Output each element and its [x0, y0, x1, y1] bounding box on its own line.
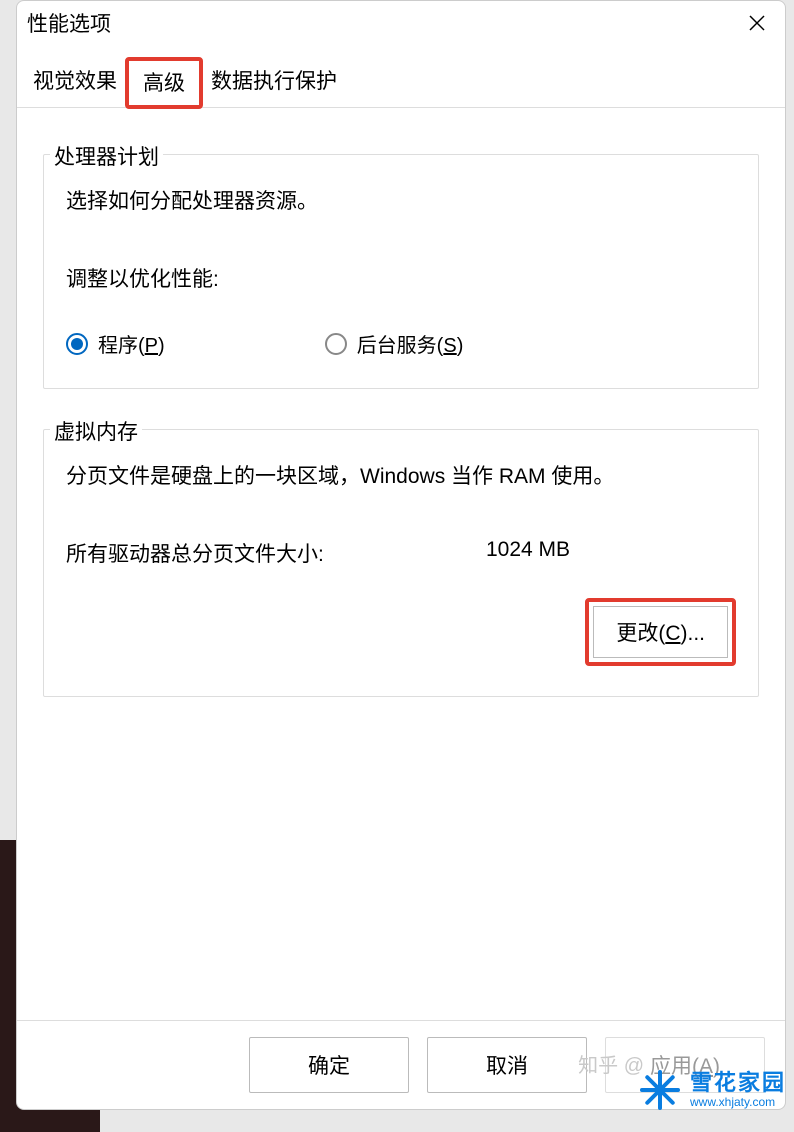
tab-visual-effects[interactable]: 视觉效果: [25, 55, 125, 107]
radio-programs[interactable]: 程序(P): [66, 329, 165, 358]
brand-url: www.xhjaty.com: [690, 1096, 786, 1109]
radio-row: 程序(P) 后台服务(S): [66, 329, 736, 358]
dialog-title: 性能选项: [27, 8, 111, 38]
radio-icon: [66, 333, 88, 355]
processor-legend: 处理器计划: [50, 141, 163, 171]
title-bar: 性能选项: [17, 1, 785, 45]
radio-services[interactable]: 后台服务(S): [325, 329, 464, 358]
virtual-memory-group: 虚拟内存 分页文件是硬盘上的一块区域，Windows 当作 RAM 使用。 所有…: [43, 429, 759, 697]
brand-text: 雪花家园 www.xhjaty.com: [690, 1071, 786, 1108]
processor-desc: 选择如何分配处理器资源。: [66, 185, 736, 215]
cancel-button[interactable]: 取消: [427, 1037, 587, 1093]
brand-watermark: 雪花家园 www.xhjaty.com: [636, 1066, 786, 1114]
close-button[interactable]: [741, 7, 773, 39]
processor-scheduling-group: 处理器计划 选择如何分配处理器资源。 调整以优化性能: 程序(P) 后台服务(S…: [43, 154, 759, 389]
zhihu-watermark: 知乎 @: [578, 1049, 644, 1078]
vm-total-label: 所有驱动器总分页文件大小:: [66, 538, 486, 568]
tab-bar: 视觉效果 高级 数据执行保护: [17, 55, 785, 108]
change-button[interactable]: 更改(C)...: [593, 606, 728, 658]
radio-icon: [325, 333, 347, 355]
radio-programs-label: 程序(P): [98, 329, 165, 358]
ok-button[interactable]: 确定: [249, 1037, 409, 1093]
tab-advanced[interactable]: 高级: [125, 57, 203, 109]
performance-options-dialog: 性能选项 视觉效果 高级 数据执行保护 处理器计划 选择如何分配处理器资源。 调…: [16, 0, 786, 1110]
change-row: 更改(C)...: [66, 598, 736, 666]
change-highlight: 更改(C)...: [585, 598, 736, 666]
tab-content: 处理器计划 选择如何分配处理器资源。 调整以优化性能: 程序(P) 后台服务(S…: [17, 108, 785, 697]
snowflake-icon: [636, 1066, 684, 1114]
tab-dep[interactable]: 数据执行保护: [203, 55, 345, 107]
radio-services-label: 后台服务(S): [357, 329, 464, 358]
vm-total-value: 1024 MB: [486, 538, 570, 568]
vm-total-row: 所有驱动器总分页文件大小: 1024 MB: [66, 538, 736, 568]
processor-sub: 调整以优化性能:: [66, 263, 736, 293]
close-icon: [749, 15, 765, 31]
brand-name: 雪花家园: [690, 1071, 786, 1095]
vm-legend: 虚拟内存: [50, 416, 142, 446]
vm-desc: 分页文件是硬盘上的一块区域，Windows 当作 RAM 使用。: [66, 460, 736, 490]
